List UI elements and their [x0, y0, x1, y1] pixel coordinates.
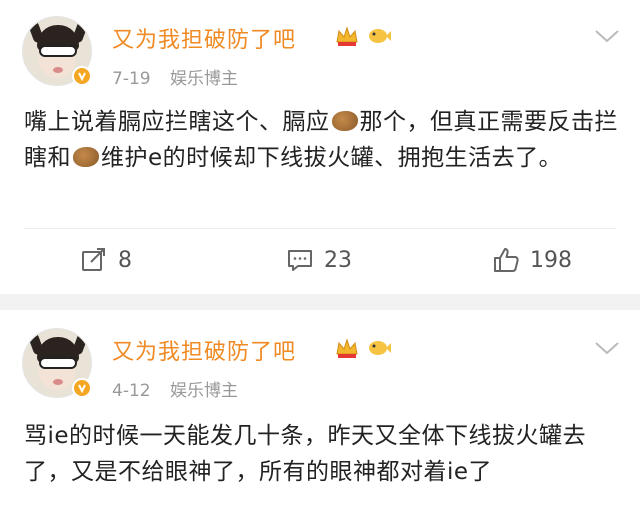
- post-content: 骂ie的时候一天能发几十条，昨天又全体下线拔火罐去了，又是不给眼神了，所有的眼神…: [24, 418, 622, 490]
- crown-icon: [336, 338, 358, 358]
- post-content: 嘴上说着膈应拦瞎这个、膈应 那个，但真正需要反击拦瞎和 维护e的时候却下线拔火罐、拥…: [24, 104, 622, 176]
- post-source: 娱乐博主: [170, 69, 238, 89]
- share-icon: [82, 248, 105, 271]
- post-separator: [0, 294, 640, 310]
- share-count: 8: [118, 247, 132, 273]
- potato-emoji-icon: [331, 111, 358, 131]
- chevron-down-icon[interactable]: [594, 28, 620, 44]
- like-button[interactable]: 198: [492, 246, 572, 274]
- avatar[interactable]: [22, 328, 92, 398]
- like-count: 198: [530, 247, 572, 273]
- post-date: 4-12: [112, 381, 151, 401]
- fish-icon: [369, 341, 391, 355]
- post-text: 骂ie的时候一天能发几十条，昨天又全体下线拔火罐去了，又是不给眼神了，所有的眼神…: [24, 423, 587, 485]
- post-text: 维护e的时候却下线拔火罐、拥抱生活去了。: [101, 145, 563, 171]
- post-text: 嘴上说着膈应拦瞎这个、膈应: [24, 109, 330, 135]
- comment-count: 23: [324, 247, 352, 273]
- post-meta: 7-19 娱乐博主: [112, 64, 238, 89]
- fish-icon: [369, 29, 391, 43]
- divider: [24, 228, 616, 229]
- weibo-post: 又为我担破防了吧 4-12 娱乐博主 骂ie的时候一天能发几十条，昨天又全体下线…: [0, 310, 640, 508]
- thumbs-up-icon: [494, 248, 519, 272]
- avatar[interactable]: [22, 16, 92, 86]
- post-meta: 4-12 娱乐博主: [112, 376, 238, 401]
- chevron-down-icon[interactable]: [594, 340, 620, 356]
- verified-badge-icon: [72, 66, 92, 86]
- comment-button[interactable]: 23: [286, 246, 352, 274]
- post-source: 娱乐博主: [170, 381, 238, 401]
- share-button[interactable]: 8: [80, 246, 132, 274]
- username[interactable]: 又为我担破防了吧: [112, 334, 296, 366]
- verified-badge-icon: [72, 378, 92, 398]
- crown-icon: [336, 26, 358, 46]
- post-date: 7-19: [112, 69, 151, 89]
- comment-icon: [288, 250, 312, 271]
- post-actions: 8 23 198: [0, 240, 640, 284]
- username[interactable]: 又为我担破防了吧: [112, 22, 296, 54]
- weibo-post: 又为我担破防了吧 7-19 娱乐博主 嘴上说着膈应拦瞎这个、膈应 那个，但真正需要…: [0, 0, 640, 294]
- potato-emoji-icon: [73, 147, 99, 167]
